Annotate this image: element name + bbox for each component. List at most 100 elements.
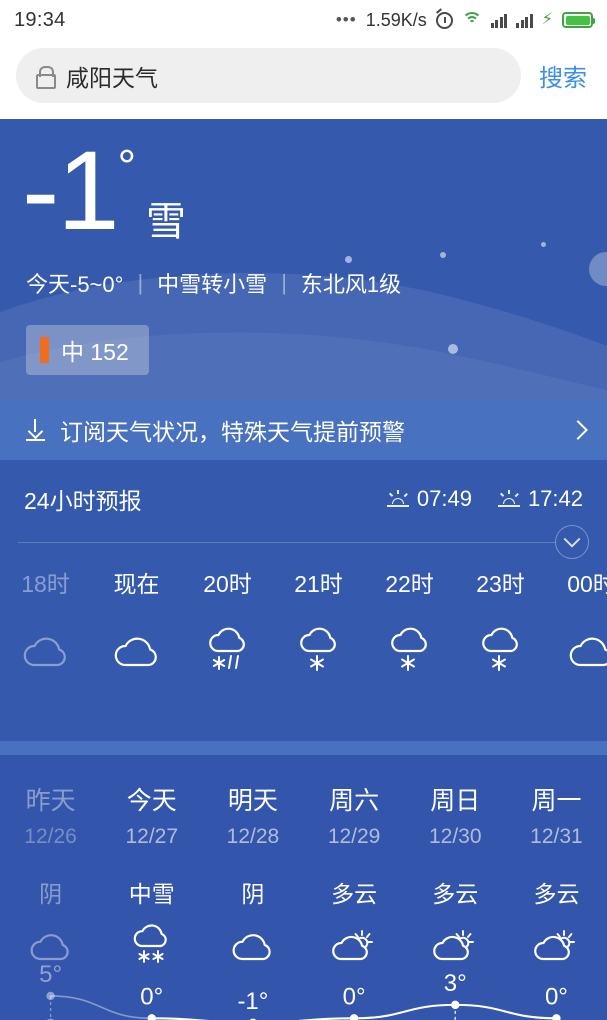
- day-name-label: 昨天: [25, 787, 76, 815]
- weather-app-screen: 19:34 ••• 1.59K/s ⚡ 咸阳天气 搜索 -1 ° 雪 今天-5~…: [0, 0, 607, 1020]
- hourly-forecast-header: 24小时预报 07:49 17:42: [0, 482, 607, 516]
- status-bar: 19:34 ••• 1.59K/s ⚡: [0, 0, 607, 40]
- signal-icon: [490, 13, 508, 28]
- day-date-label: 12/27: [125, 825, 179, 848]
- hourly-cell[interactable]: 20时: [182, 565, 273, 677]
- cloudy-icon: [0, 625, 91, 677]
- status-bar-clock: 19:34: [14, 8, 66, 31]
- daily-cell[interactable]: 周一 12/31 多云: [506, 781, 607, 969]
- daily-cell[interactable]: 周日 12/30 多云: [405, 781, 506, 969]
- chevron-down-icon: [563, 530, 581, 548]
- daily-cell[interactable]: 昨天 12/26 阴: [0, 781, 101, 969]
- search-input[interactable]: 咸阳天气: [16, 48, 521, 103]
- snow-icon: [273, 625, 364, 677]
- network-speed-label: 1.59K/s: [365, 9, 427, 30]
- hourly-time-label: 21时: [294, 571, 343, 597]
- wind-label: 东北风1级: [300, 272, 402, 297]
- hourly-time-label: 18时: [21, 571, 70, 597]
- sleet-icon: [182, 625, 273, 677]
- today-range-label: 今天-5~0°: [26, 272, 124, 297]
- subscribe-banner[interactable]: 订阅天气状况，特殊天气提前预警: [0, 400, 607, 460]
- sunrise-time: 07:49: [386, 486, 472, 512]
- sunset-time-label: 17:42: [527, 486, 583, 511]
- meta-separator: |: [137, 270, 144, 295]
- hourly-cell[interactable]: 现在: [91, 565, 182, 677]
- hourly-time-label: 00时: [567, 571, 607, 597]
- snow-icon: [364, 625, 455, 677]
- day-name-label: 明天: [227, 787, 278, 815]
- wifi-icon: [461, 12, 482, 28]
- current-temperature-block: -1 ° 雪: [0, 119, 607, 247]
- day-condition-label: 多云: [432, 881, 479, 907]
- hourly-cell[interactable]: 21时: [273, 565, 364, 677]
- day-name-label: 周六: [329, 787, 380, 815]
- current-temperature-value: -1: [22, 128, 120, 253]
- lock-icon: [36, 66, 56, 89]
- daily-cell[interactable]: 明天 12/28 阴: [202, 781, 303, 969]
- expand-hourly-button[interactable]: [555, 525, 589, 559]
- cloudy-icon: [546, 625, 607, 677]
- day-name-label: 周日: [430, 787, 481, 815]
- more-dots-icon: •••: [335, 10, 357, 29]
- svg-text:0°: 0°: [545, 983, 568, 1010]
- snow-dot-icon: [448, 344, 458, 354]
- day-date-label: 12/26: [24, 825, 77, 848]
- hourly-time-label: 20时: [203, 571, 252, 597]
- daily-forecast-section: 昨天 12/26 阴 今天 12/27 中雪 明天 12/28 阴 周六 12/…: [0, 755, 607, 1020]
- day-condition-label: 多云: [331, 881, 378, 907]
- day-condition-label: 阴: [241, 881, 265, 907]
- hourly-cell[interactable]: 00时: [546, 565, 607, 677]
- daily-forecast-row: 昨天 12/26 阴 今天 12/27 中雪 明天 12/28 阴 周六 12/…: [0, 755, 607, 969]
- hourly-cell[interactable]: 23时: [455, 565, 546, 677]
- sunset-time: 17:42: [497, 486, 583, 512]
- svg-text:0°: 0°: [140, 983, 163, 1010]
- section-separator-strip: [0, 741, 607, 755]
- degree-symbol: °: [117, 140, 136, 192]
- current-weather-meta: 今天-5~0° | 中雪转小雪 | 东北风1级: [0, 247, 607, 299]
- aqi-badge[interactable]: 中 152: [26, 325, 149, 375]
- day-date-label: 12/28: [226, 825, 280, 848]
- aqi-level-bar: [40, 337, 49, 363]
- sunrise-icon: [386, 490, 409, 508]
- day-condition-label: 中雪: [128, 881, 175, 907]
- daily-cell[interactable]: 周六 12/29 多云: [304, 781, 405, 969]
- hourly-cell[interactable]: 22时: [364, 565, 455, 677]
- svg-text:0°: 0°: [343, 983, 366, 1010]
- alarm-icon: [435, 11, 453, 29]
- hourly-forecast-section: 24小时预报 07:49 17:42 18时 现在 20时 21时 22时 23…: [0, 460, 607, 741]
- status-bar-indicators: ••• 1.59K/s ⚡: [335, 9, 595, 31]
- battery-icon: [562, 12, 595, 28]
- snow-icon: [455, 625, 546, 677]
- download-icon: [24, 418, 48, 442]
- temperature-trend-chart: 5°-1°0°-5°-1°-7°0°-7°3°-7°0°-8°: [0, 951, 607, 1020]
- svg-text:-1°: -1°: [237, 988, 268, 1015]
- daily-cell[interactable]: 今天 12/27 中雪: [101, 781, 202, 969]
- current-weather-hero[interactable]: -1 ° 雪 今天-5~0° | 中雪转小雪 | 东北风1级 中 152: [0, 119, 607, 400]
- charging-bolt-icon: ⚡: [541, 11, 553, 28]
- hourly-cell[interactable]: 18时: [0, 565, 91, 677]
- hourly-time-label: 22时: [385, 571, 434, 597]
- svg-text:3°: 3°: [444, 970, 467, 997]
- cloudy-icon: [91, 625, 182, 677]
- sunrise-time-label: 07:49: [416, 486, 472, 511]
- hourly-forecast-scroller[interactable]: 18时 现在 20时 21时 22时 23时 00时: [0, 543, 607, 677]
- hourly-forecast-title: 24小时预报: [24, 488, 142, 514]
- search-row: 咸阳天气 搜索: [0, 40, 607, 119]
- today-condition-label: 中雪转小雪: [157, 272, 268, 297]
- hourly-time-label: 现在: [113, 571, 160, 597]
- signal-icon: [516, 13, 533, 28]
- hourly-divider: [18, 525, 589, 559]
- day-date-label: 12/31: [530, 825, 583, 848]
- aqi-label: 中 152: [61, 339, 129, 365]
- hourly-time-label: 23时: [476, 571, 525, 597]
- sunset-icon: [497, 490, 520, 508]
- search-button[interactable]: 搜索: [535, 58, 591, 93]
- day-date-label: 12/30: [428, 825, 482, 848]
- chevron-right-icon: [568, 420, 588, 440]
- meta-separator: |: [281, 270, 287, 295]
- current-condition-label: 雪: [146, 200, 186, 244]
- day-name-label: 周一: [531, 787, 582, 815]
- search-input-value: 咸阳天气: [66, 64, 158, 91]
- day-name-label: 今天: [126, 787, 177, 815]
- day-condition-label: 阴: [39, 881, 63, 907]
